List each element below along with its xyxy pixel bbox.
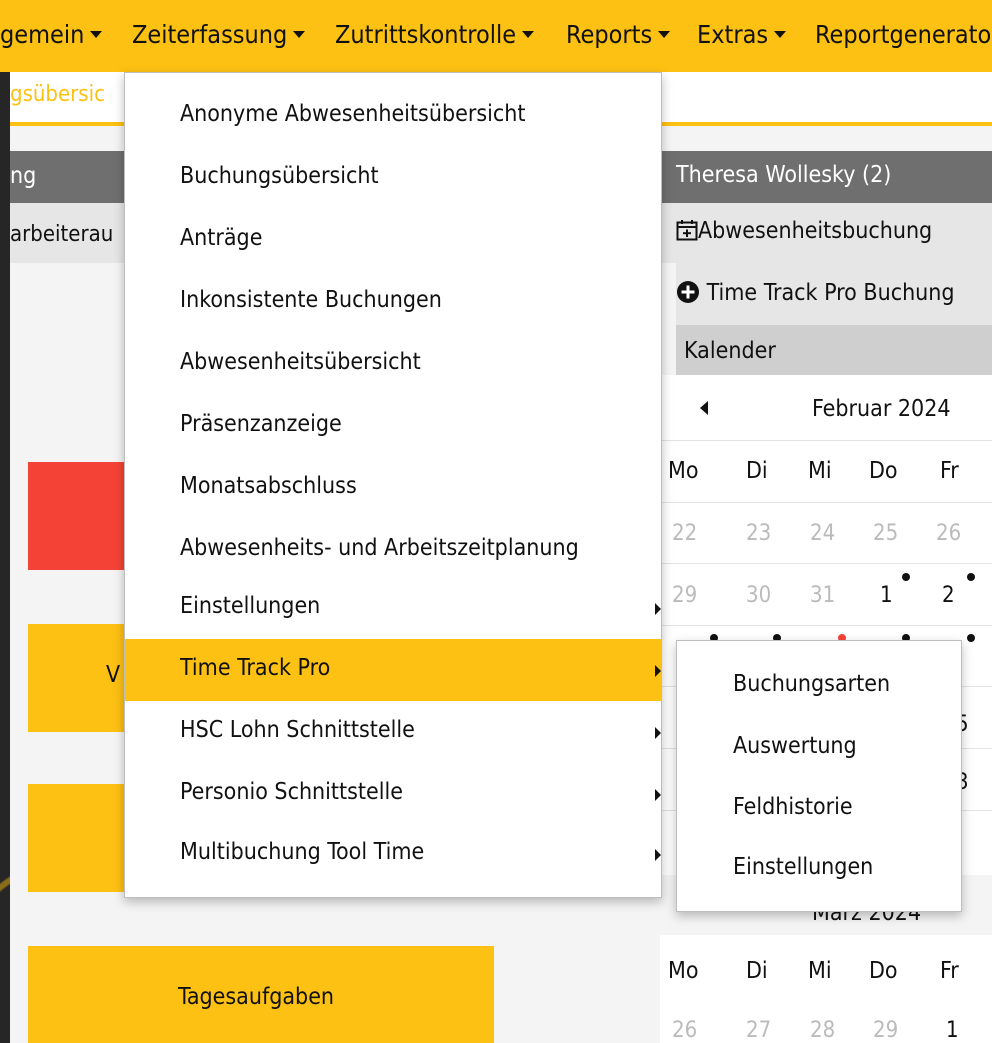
panel-header-title: ng [10,163,37,189]
divider [660,625,992,626]
menu-item-einstellungen[interactable]: Einstellungen [125,577,661,639]
submenu-item-auswertung[interactable]: Auswertung [733,733,857,759]
reports-dropdown-menu: Anonyme Abwesenheitsübersicht Buchungsüb… [124,72,662,898]
nav-item-zeiterfassung[interactable]: Zeiterfassung [132,20,306,49]
submenu-arrow-icon [655,665,661,677]
status-tile-red[interactable] [28,462,128,570]
menu-item-time-track-pro[interactable]: Time Track Pro [125,639,661,701]
calendar-day[interactable]: 1 [880,583,893,608]
calendar-day[interactable]: 1 [946,1018,959,1043]
booking-dot [902,573,910,581]
submenu-item-buchungsarten[interactable]: Buchungsarten [733,671,890,697]
weekday-label: Mi [808,958,832,984]
caret-down-icon [293,30,306,38]
prev-month-icon[interactable] [700,401,708,415]
menu-item-abwesenheits-arbeitszeitplanung[interactable]: Abwesenheits- und Arbeitszeitplanung [125,519,661,581]
menu-item-multibuchung-tool-time[interactable]: Multibuchung Tool Time [125,823,661,885]
calendar-day[interactable]: 23 [746,521,771,546]
top-navbar: gemein Zeiterfassung Zutrittskontrolle R… [0,0,992,72]
dashboard-tile[interactable] [28,784,128,892]
weekday-label: Do [869,458,898,484]
nav-item-reports[interactable]: Reports [566,20,671,49]
calendar-day[interactable]: 28 [810,1018,835,1043]
calendar-day[interactable]: 27 [746,1018,771,1043]
calendar-day[interactable]: 26 [672,1018,697,1043]
calendar-day[interactable]: 25 [873,521,898,546]
nav-item-zutrittskontrolle[interactable]: Zutrittskontrolle [335,20,535,49]
weekday-label: Do [869,958,898,984]
menu-item-buchungsuebersicht[interactable]: Buchungsübersicht [125,147,661,209]
menu-item-inkonsistente-buchungen[interactable]: Inkonsistente Buchungen [125,271,661,333]
submenu-item-feldhistorie[interactable]: Feldhistorie [733,794,853,820]
weekday-label: Mo [668,958,699,984]
weekday-label: Fr [940,458,959,484]
nav-item-allgemein[interactable]: gemein [0,20,103,49]
caret-down-icon [658,30,671,38]
calendar-day[interactable]: 26 [936,521,961,546]
menu-item-praesenzanzeige[interactable]: Präsenzanzeige [125,395,661,457]
divider [660,502,992,503]
caret-down-icon [774,30,787,38]
calendar-day[interactable]: 30 [746,583,771,608]
tasks-button-label: Tagesaufgaben [178,984,335,1010]
caret-down-icon [522,30,535,38]
menu-item-abwesenheitsuebersicht[interactable]: Abwesenheitsübersicht [125,333,661,395]
booking-dot [967,573,975,581]
calendar-month: Februar 2024 [812,396,951,422]
menu-item-monatsabschluss[interactable]: Monatsabschluss [125,457,661,519]
calendar-plus-icon [676,220,698,241]
employee-selector[interactable]: arbeiterau [10,222,113,247]
weekday-label: Di [746,458,768,484]
menu-item-hsc-lohn-schnittstelle[interactable]: HSC Lohn Schnittstelle [125,701,661,763]
tab-buchungsuebersicht[interactable]: gsübersic [10,82,105,107]
plus-circle-icon [677,281,699,303]
menu-item-antraege[interactable]: Anträge [125,209,661,271]
weekday-label: Mi [808,458,832,484]
menu-item-personio-schnittstelle[interactable]: Personio Schnittstelle [125,763,661,825]
ttp-booking-link[interactable]: Time Track Pro Buchung [676,280,955,306]
absence-booking-link[interactable]: Abwesenheitsbuchung [676,218,932,244]
user-header: Theresa Wollesky (2) [676,162,892,188]
divider [660,563,992,564]
submenu-arrow-icon [655,727,661,739]
weekday-label: Di [746,958,768,984]
menu-item-anonyme-abwesenheitsuebersicht[interactable]: Anonyme Abwesenheitsübersicht [125,85,661,147]
dashboard-tile-label: V [106,662,121,688]
divider [660,440,992,441]
calendar-title: Kalender [684,338,776,364]
calendar-day[interactable]: 29 [873,1018,898,1043]
nav-item-reportgenerator[interactable]: Reportgenerato [815,20,991,49]
weekday-label: Mo [668,458,699,484]
booking-dot [967,634,975,642]
calendar-day[interactable]: 22 [672,521,697,546]
time-track-pro-submenu: Buchungsarten Auswertung Feldhistorie Ei… [676,640,962,912]
submenu-item-einstellungen[interactable]: Einstellungen [733,854,873,880]
weekday-label: Fr [940,958,959,984]
submenu-arrow-icon [655,603,661,615]
calendar-day[interactable]: 24 [810,521,835,546]
calendar-day[interactable]: 2 [942,583,955,608]
calendar-day[interactable]: 31 [810,583,835,608]
calendar-day[interactable]: 29 [672,583,697,608]
nav-item-extras[interactable]: Extras [697,20,787,49]
submenu-arrow-icon [655,849,661,861]
submenu-arrow-icon [655,789,661,801]
caret-down-icon [90,30,103,38]
